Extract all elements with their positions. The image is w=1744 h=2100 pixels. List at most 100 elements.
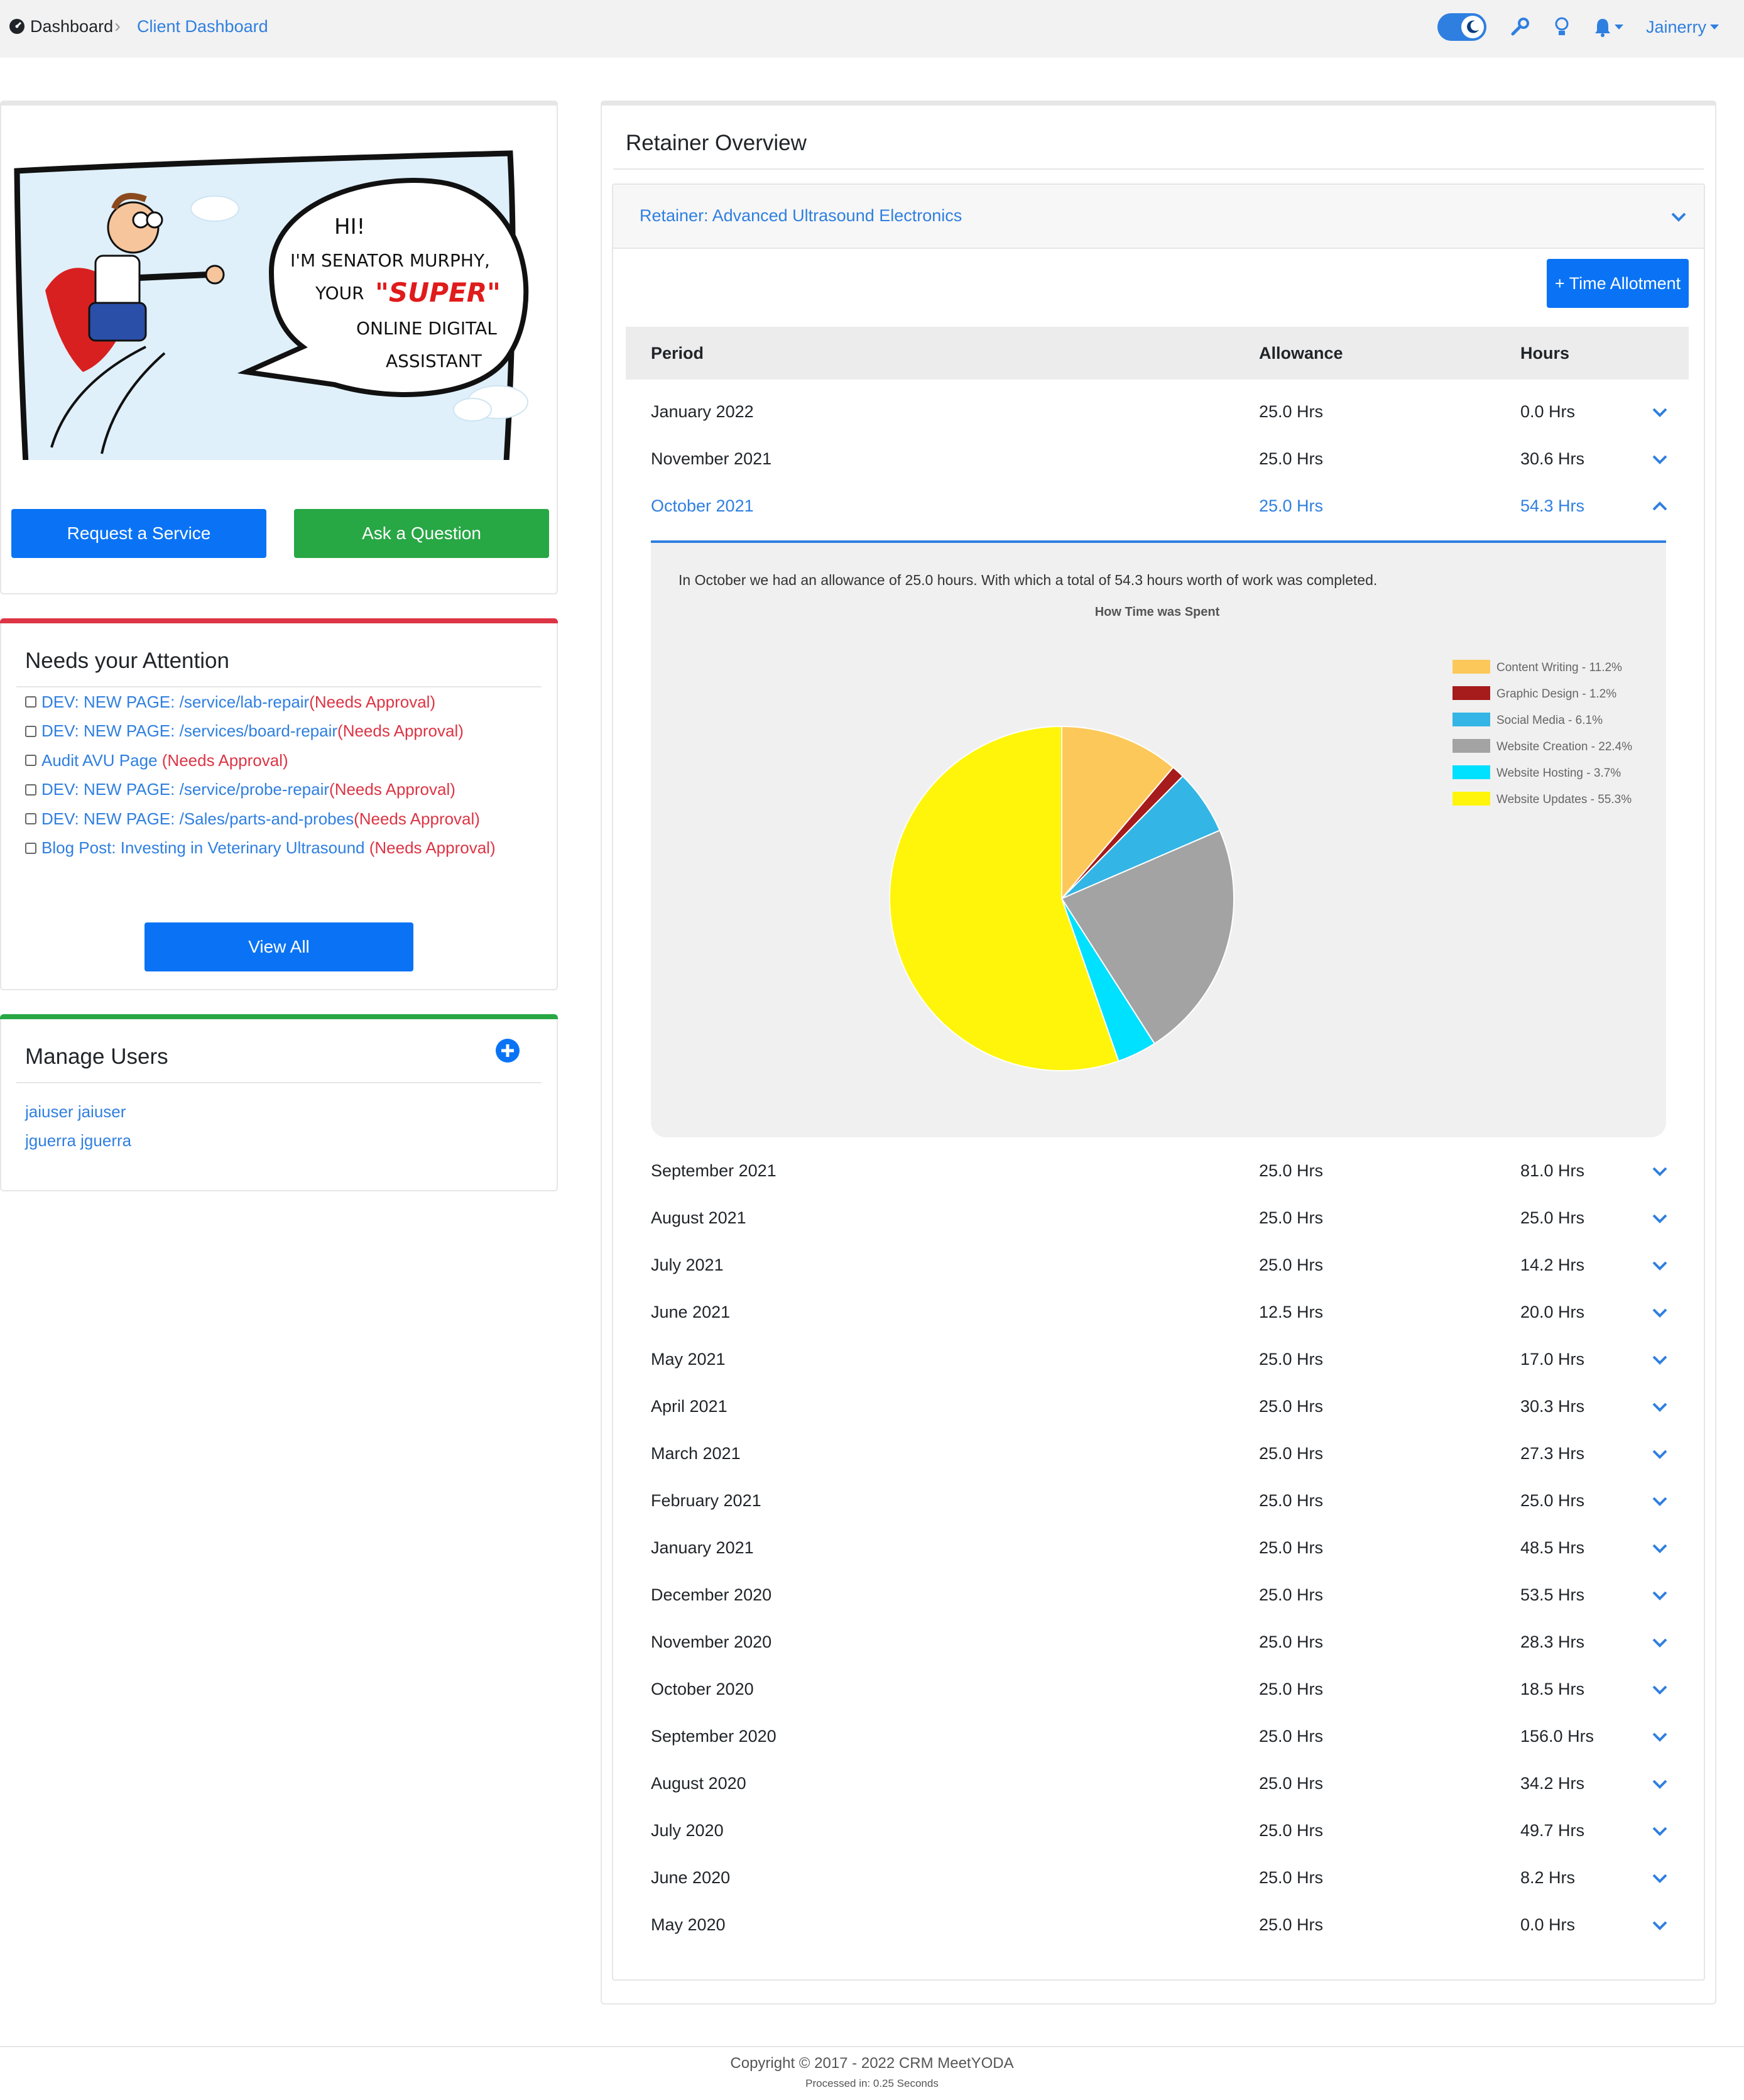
row-toggle[interactable] bbox=[1647, 388, 1672, 435]
row-toggle[interactable] bbox=[1647, 1713, 1672, 1760]
chevron-down-icon[interactable] bbox=[1652, 1260, 1668, 1271]
table-row[interactable]: July 2021 25.0 Hrs 14.2 Hrs bbox=[626, 1242, 1689, 1289]
view-all-button[interactable]: View All bbox=[144, 922, 413, 971]
user-link[interactable]: jguerra jguerra bbox=[25, 1126, 131, 1155]
legend-label[interactable]: Website Creation - 22.4% bbox=[1496, 740, 1632, 753]
chevron-down-icon[interactable] bbox=[1652, 407, 1668, 418]
row-allowance: 12.5 Hrs bbox=[1259, 1303, 1324, 1321]
attention-link[interactable]: DEV: NEW PAGE: /service/probe-repair bbox=[41, 780, 329, 799]
ask-question-button[interactable]: Ask a Question bbox=[294, 509, 549, 558]
attention-checkbox[interactable] bbox=[25, 725, 36, 737]
chevron-down-icon[interactable] bbox=[1652, 1307, 1668, 1318]
table-row[interactable]: September 2021 25.0 Hrs 81.0 Hrs bbox=[626, 1147, 1689, 1195]
table-row[interactable]: April 2021 25.0 Hrs 30.3 Hrs bbox=[626, 1383, 1689, 1430]
chevron-down-icon[interactable] bbox=[1652, 1166, 1668, 1177]
row-toggle[interactable] bbox=[1647, 1383, 1672, 1430]
legend-label[interactable]: Social Media - 6.1% bbox=[1496, 714, 1603, 727]
user-menu[interactable]: Jainerry bbox=[1646, 18, 1719, 37]
row-toggle[interactable] bbox=[1647, 1807, 1672, 1854]
attention-link[interactable]: DEV: NEW PAGE: /Sales/parts-and-probes bbox=[41, 809, 354, 829]
row-toggle[interactable] bbox=[1647, 1901, 1672, 1949]
accordion-title[interactable]: Retainer: Advanced Ultrasound Electronic… bbox=[640, 206, 962, 226]
chevron-down-icon[interactable] bbox=[1652, 1590, 1668, 1601]
table-row[interactable]: October 2020 25.0 Hrs 18.5 Hrs bbox=[626, 1666, 1689, 1713]
lightbulb-icon[interactable] bbox=[1553, 16, 1571, 38]
attention-checkbox[interactable] bbox=[25, 813, 36, 825]
attention-link[interactable]: Audit AVU Page bbox=[41, 751, 158, 770]
table-row[interactable]: January 2021 25.0 Hrs 48.5 Hrs bbox=[626, 1524, 1689, 1572]
attention-checkbox[interactable] bbox=[25, 784, 36, 796]
table-row[interactable]: June 2020 25.0 Hrs 8.2 Hrs bbox=[626, 1854, 1689, 1901]
table-row[interactable]: August 2020 25.0 Hrs 34.2 Hrs bbox=[626, 1760, 1689, 1807]
table-row[interactable]: August 2021 25.0 Hrs 25.0 Hrs bbox=[626, 1195, 1689, 1242]
table-row[interactable]: June 2021 12.5 Hrs 20.0 Hrs bbox=[626, 1289, 1689, 1336]
row-toggle[interactable] bbox=[1647, 435, 1672, 483]
legend-label[interactable]: Graphic Design - 1.2% bbox=[1496, 687, 1616, 701]
table-row[interactable]: February 2021 25.0 Hrs 25.0 Hrs bbox=[626, 1477, 1689, 1524]
table-row[interactable]: November 2021 25.0 Hrs 30.6 Hrs bbox=[626, 435, 1689, 483]
row-toggle[interactable] bbox=[1647, 1854, 1672, 1901]
breadcrumb-home[interactable]: Dashboard bbox=[9, 14, 113, 39]
row-toggle[interactable] bbox=[1647, 1760, 1672, 1807]
table-row[interactable]: July 2020 25.0 Hrs 49.7 Hrs bbox=[626, 1807, 1689, 1854]
table-row[interactable]: November 2020 25.0 Hrs 28.3 Hrs bbox=[626, 1619, 1689, 1666]
chevron-down-icon[interactable] bbox=[1652, 1731, 1668, 1742]
table-row[interactable]: May 2020 25.0 Hrs 0.0 Hrs bbox=[626, 1901, 1689, 1949]
plus-circle-icon[interactable] bbox=[495, 1038, 520, 1063]
row-toggle[interactable] bbox=[1647, 1666, 1672, 1713]
row-toggle[interactable] bbox=[1647, 483, 1672, 530]
wrench-icon[interactable] bbox=[1509, 16, 1530, 38]
notifications-dropdown[interactable] bbox=[1593, 17, 1623, 37]
attention-checkbox[interactable] bbox=[25, 755, 36, 767]
row-toggle[interactable] bbox=[1647, 1242, 1672, 1289]
user-name[interactable]: Jainerry bbox=[1646, 18, 1706, 37]
chevron-up-icon[interactable] bbox=[1652, 501, 1668, 512]
attention-link[interactable]: DEV: NEW PAGE: /services/board-repair bbox=[41, 721, 337, 741]
legend-label[interactable]: Website Updates - 55.3% bbox=[1496, 793, 1632, 806]
breadcrumb-current[interactable]: Client Dashboard bbox=[137, 14, 268, 39]
attention-link[interactable]: Blog Post: Investing in Veterinary Ultra… bbox=[41, 838, 365, 858]
chevron-down-icon[interactable] bbox=[1652, 1496, 1668, 1507]
accordion-header[interactable]: Retainer: Advanced Ultrasound Electronic… bbox=[613, 185, 1704, 249]
time-allotment-button[interactable]: + Time Allotment bbox=[1547, 259, 1689, 308]
chevron-down-icon[interactable] bbox=[1652, 1354, 1668, 1365]
attention-item: DEV: NEW PAGE: /Sales/parts-and-probes (… bbox=[25, 804, 540, 834]
chevron-down-icon[interactable] bbox=[1652, 1448, 1668, 1460]
row-toggle[interactable] bbox=[1647, 1289, 1672, 1336]
chevron-down-icon[interactable] bbox=[1652, 1778, 1668, 1790]
table-row[interactable]: January 2022 25.0 Hrs 0.0 Hrs bbox=[626, 388, 1689, 435]
table-row[interactable]: December 2020 25.0 Hrs 53.5 Hrs bbox=[626, 1572, 1689, 1619]
user-link[interactable]: jaiuser jaiuser bbox=[25, 1097, 131, 1126]
row-toggle[interactable] bbox=[1647, 1195, 1672, 1242]
chevron-down-icon[interactable] bbox=[1652, 1684, 1668, 1695]
row-toggle[interactable] bbox=[1647, 1336, 1672, 1383]
table-row[interactable]: March 2021 25.0 Hrs 27.3 Hrs bbox=[626, 1430, 1689, 1477]
row-toggle[interactable] bbox=[1647, 1430, 1672, 1477]
chevron-down-icon[interactable] bbox=[1652, 1637, 1668, 1648]
chevron-down-icon[interactable] bbox=[1652, 1213, 1668, 1224]
row-period: January 2022 bbox=[651, 402, 754, 421]
row-toggle[interactable] bbox=[1647, 1524, 1672, 1572]
chevron-down-icon[interactable] bbox=[1652, 454, 1668, 465]
chevron-down-icon[interactable] bbox=[1652, 1401, 1668, 1413]
table-row[interactable]: September 2020 25.0 Hrs 156.0 Hrs bbox=[626, 1713, 1689, 1760]
chevron-down-icon[interactable] bbox=[1652, 1825, 1668, 1837]
attention-link[interactable]: DEV: NEW PAGE: /service/lab-repair bbox=[41, 692, 309, 712]
row-toggle[interactable] bbox=[1647, 1619, 1672, 1666]
table-row[interactable]: May 2021 25.0 Hrs 17.0 Hrs bbox=[626, 1336, 1689, 1383]
table-row-active[interactable]: October 2021 25.0 Hrs 54.3 Hrs bbox=[626, 483, 1689, 530]
row-toggle[interactable] bbox=[1647, 1477, 1672, 1524]
breadcrumb-home-label[interactable]: Dashboard bbox=[30, 14, 113, 39]
legend-label[interactable]: Content Writing - 11.2% bbox=[1496, 661, 1622, 674]
request-service-button[interactable]: Request a Service bbox=[11, 509, 266, 558]
attention-checkbox[interactable] bbox=[25, 842, 36, 854]
row-toggle[interactable] bbox=[1647, 1572, 1672, 1619]
chevron-down-icon[interactable] bbox=[1670, 211, 1687, 224]
dark-mode-toggle[interactable] bbox=[1437, 13, 1486, 41]
legend-label[interactable]: Website Hosting - 3.7% bbox=[1496, 767, 1621, 780]
chevron-down-icon[interactable] bbox=[1652, 1920, 1668, 1931]
chevron-down-icon[interactable] bbox=[1652, 1873, 1668, 1884]
row-toggle[interactable] bbox=[1647, 1147, 1672, 1195]
chevron-down-icon[interactable] bbox=[1652, 1543, 1668, 1554]
attention-checkbox[interactable] bbox=[25, 696, 36, 708]
